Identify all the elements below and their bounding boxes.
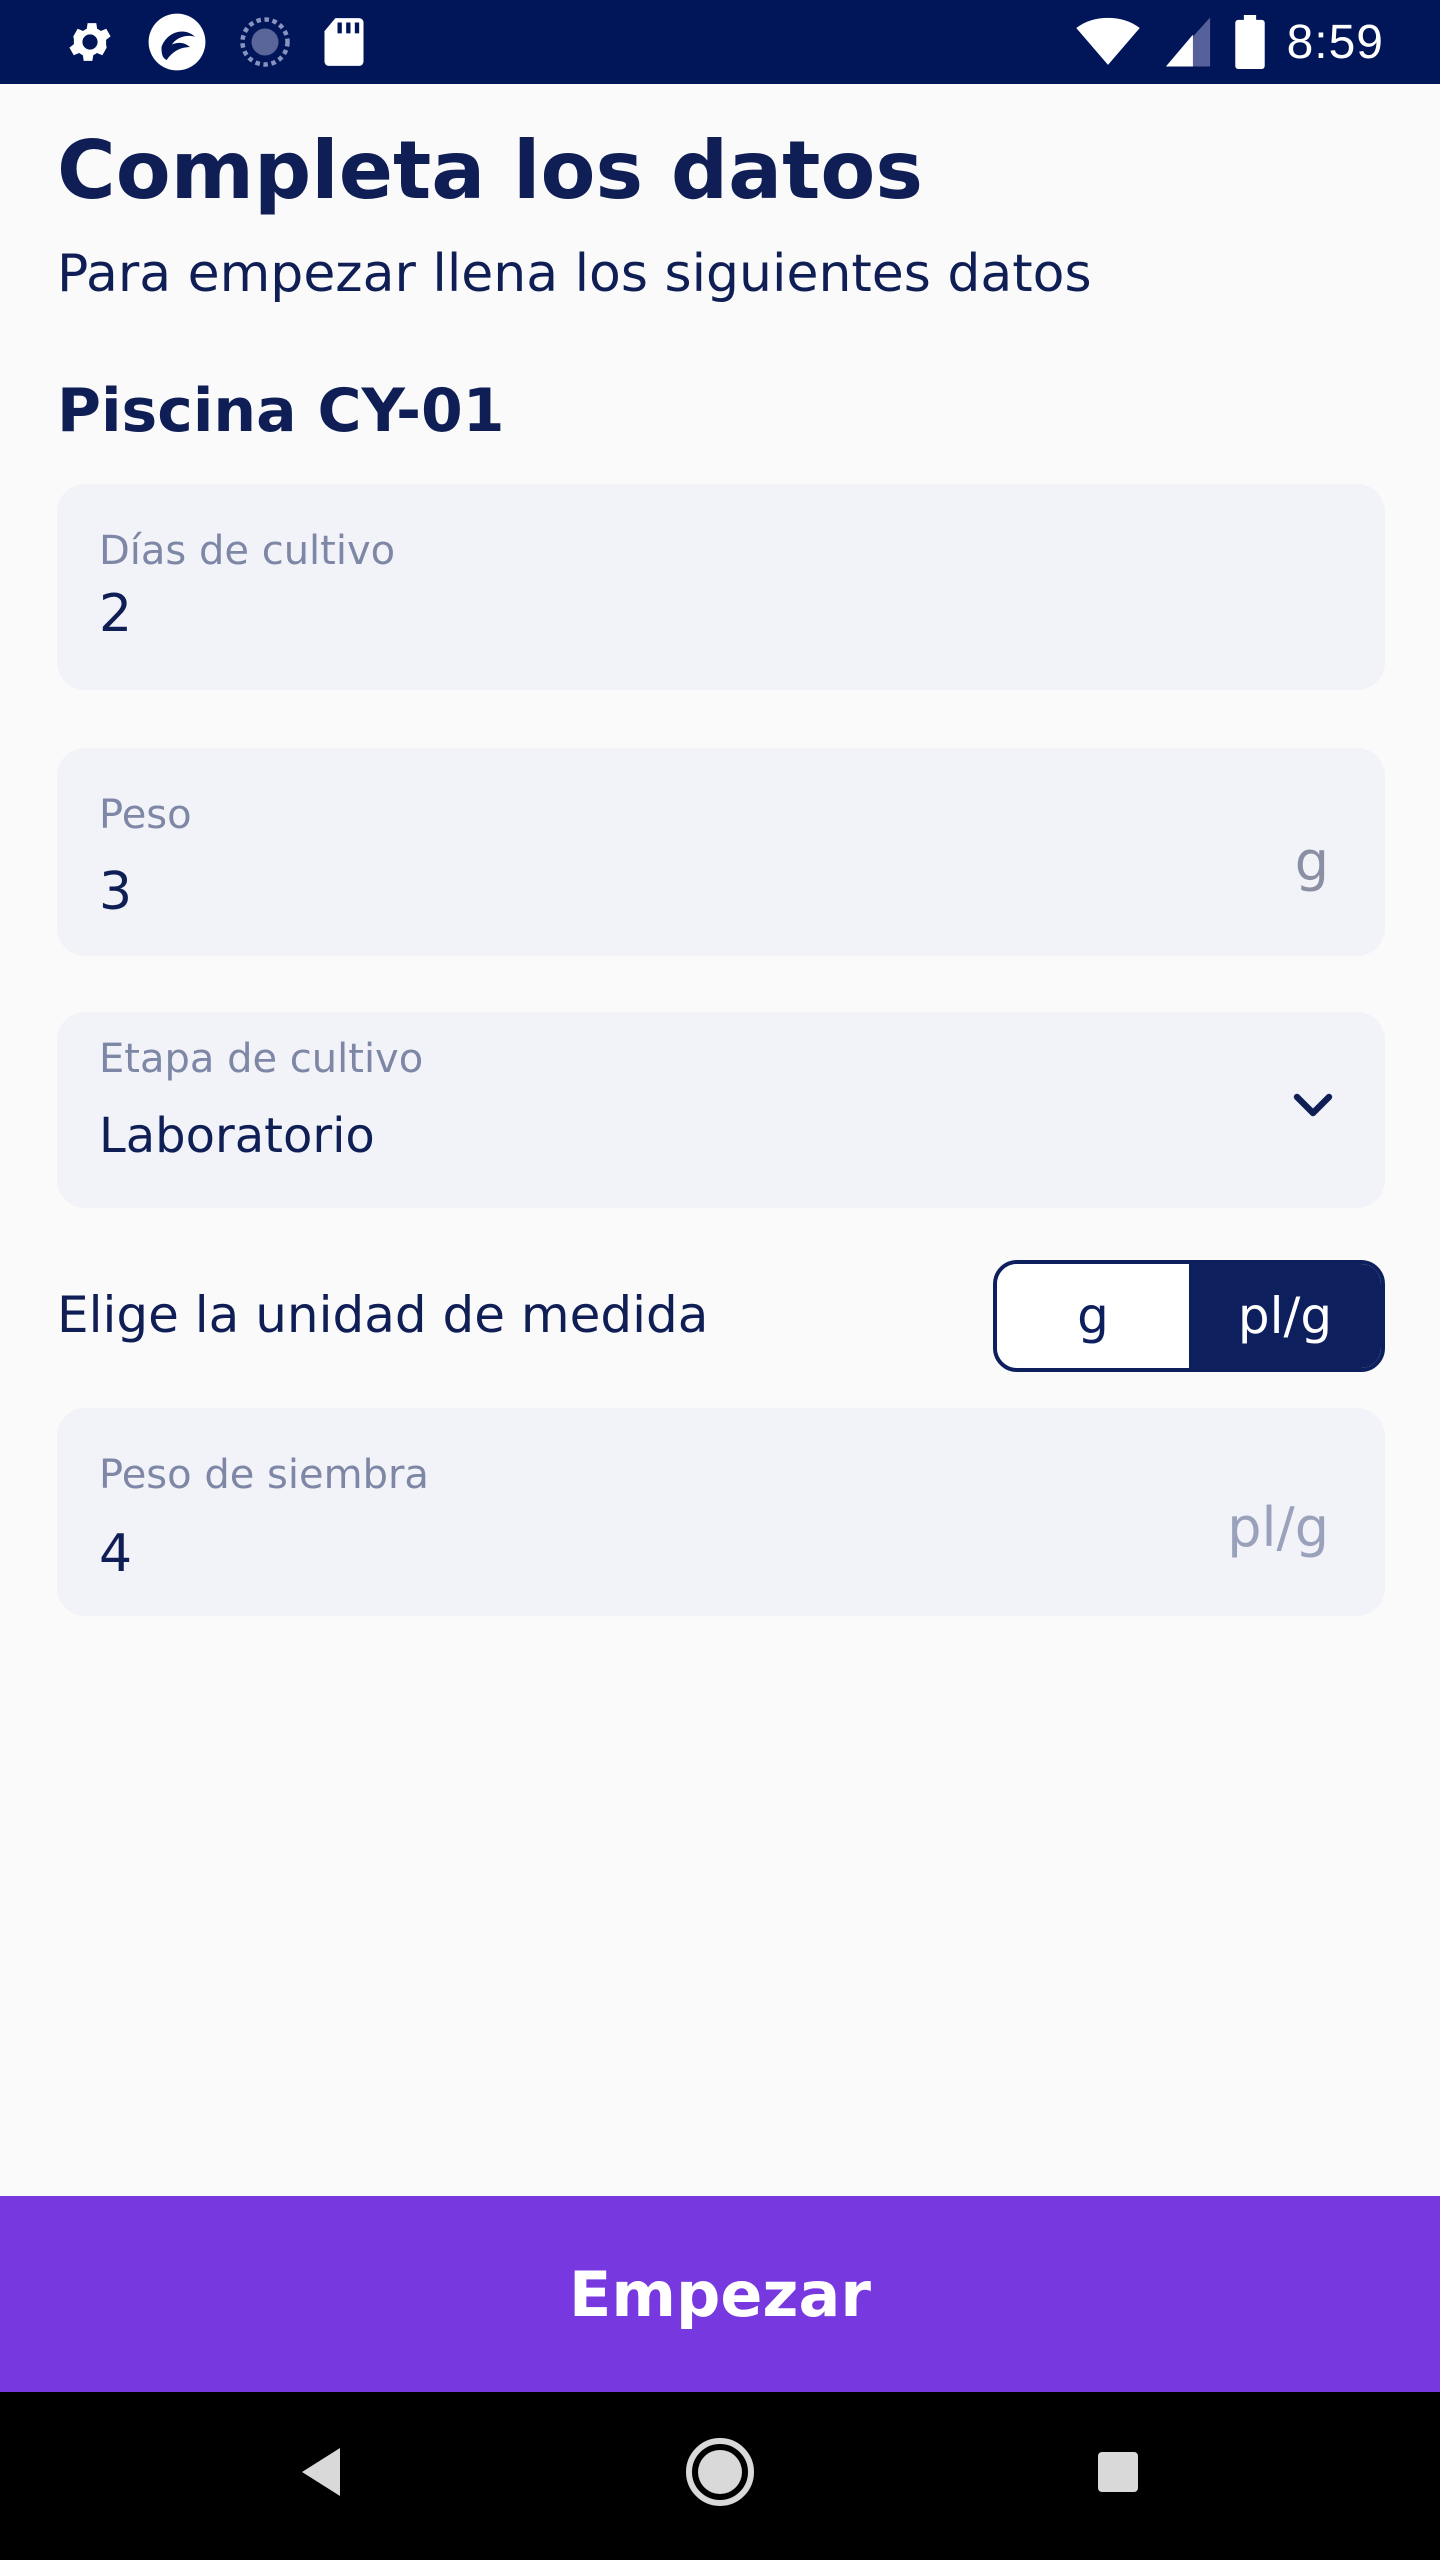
- app-icon: [148, 13, 206, 71]
- culture-days-field[interactable]: Días de cultivo 2: [57, 484, 1385, 690]
- page-subtitle: Para empezar llena los siguientes datos: [57, 244, 1092, 304]
- navigation-bar: [0, 2392, 1440, 2560]
- status-icons-left: [64, 11, 396, 73]
- seed-weight-label: Peso de siembra: [99, 1452, 429, 1498]
- stage-dropdown[interactable]: Etapa de cultivo Laboratorio: [57, 1012, 1385, 1208]
- seed-weight-value: 4: [99, 1524, 133, 1584]
- back-icon[interactable]: [300, 2446, 344, 2498]
- weight-unit-suffix: g: [1294, 830, 1329, 893]
- unit-option-plg[interactable]: pl/g: [1189, 1264, 1381, 1368]
- start-button[interactable]: Empezar: [0, 2196, 1440, 2392]
- unit-option-g[interactable]: g: [997, 1264, 1189, 1368]
- seed-weight-field[interactable]: Peso de siembra 4 pl/g: [57, 1408, 1385, 1616]
- home-icon[interactable]: [684, 2436, 756, 2508]
- stage-label: Etapa de cultivo: [99, 1036, 424, 1082]
- signal-icon: [1165, 17, 1210, 67]
- unit-toggle[interactable]: g pl/g: [993, 1260, 1385, 1372]
- culture-days-label: Días de cultivo: [99, 528, 396, 574]
- culture-days-value: 2: [99, 584, 133, 644]
- unit-selector-label: Elige la unidad de medida: [57, 1286, 709, 1344]
- unit-selector-row: Elige la unidad de medida g pl/g: [57, 1260, 1385, 1372]
- pool-name: Piscina CY-01: [57, 376, 505, 446]
- status-time: 8:59: [1286, 15, 1384, 69]
- seed-weight-unit-suffix: pl/g: [1227, 1496, 1329, 1559]
- battery-icon: [1234, 15, 1265, 69]
- recents-icon[interactable]: [1096, 2450, 1140, 2494]
- weight-label: Peso: [99, 792, 192, 838]
- weight-field[interactable]: Peso 3 g: [57, 748, 1385, 956]
- chevron-down-icon[interactable]: [1293, 1092, 1333, 1122]
- weight-value: 3: [99, 862, 133, 922]
- status-bar: 8:59: [0, 0, 1440, 84]
- settings-icon: [69, 23, 111, 61]
- stage-value: Laboratorio: [99, 1108, 375, 1164]
- status-icons-right: 8:59: [1053, 15, 1384, 70]
- page-title: Completa los datos: [57, 124, 923, 217]
- wifi-icon: [1075, 17, 1140, 65]
- sd-card-icon: [324, 18, 364, 66]
- sync-icon: [240, 17, 290, 67]
